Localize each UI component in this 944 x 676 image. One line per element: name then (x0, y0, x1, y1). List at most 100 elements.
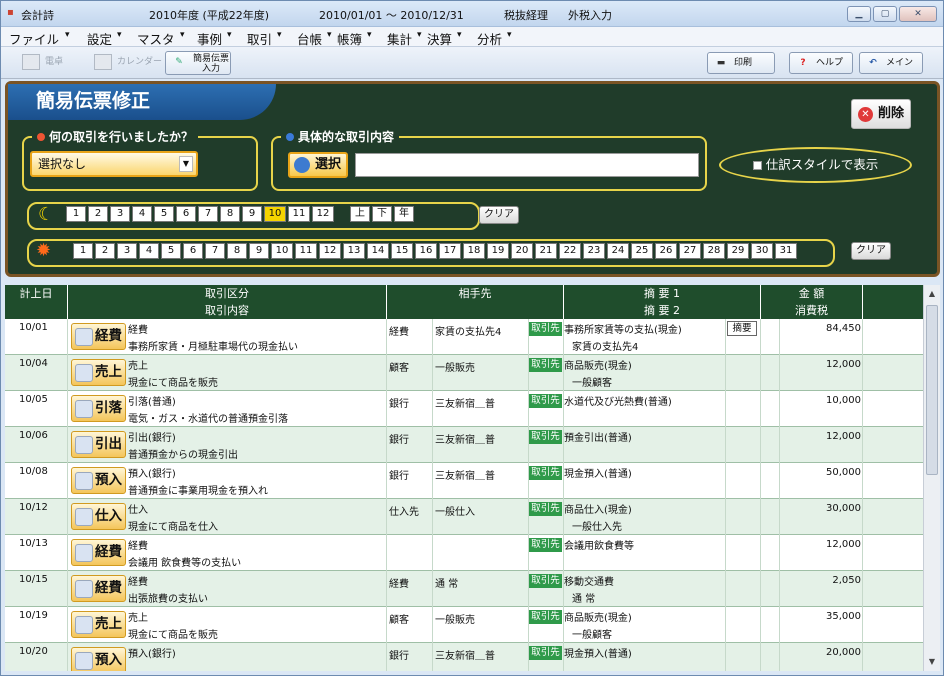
partner-tag[interactable]: 取引先 (529, 502, 562, 516)
day-button-26[interactable]: 26 (655, 243, 677, 259)
day-clear-button[interactable]: クリア (851, 242, 891, 260)
close-icon[interactable]: ✕ (899, 6, 937, 22)
table-row[interactable]: 10/01 経費 経費 事務所家賃・月極駐車場代の現金払い 経費 家賃の支払先4 取引先 事務… (5, 319, 923, 355)
partner-tag[interactable]: 取引先 (529, 394, 562, 408)
menu-item-8[interactable]: 決算 (427, 29, 452, 48)
month-button-3[interactable]: 3 (110, 206, 130, 222)
month-button-12[interactable]: 12 (312, 206, 334, 222)
table-row[interactable]: 10/04 売上 売上 現金にて商品を販売 顧客 一般販売 取引先 商品販売(現金) 一般顧客 1… (5, 355, 923, 391)
day-button-11[interactable]: 11 (295, 243, 317, 259)
help-button[interactable]: ? ヘルプ (789, 52, 853, 74)
menu-item-4[interactable]: 取引 (247, 29, 272, 48)
day-button-8[interactable]: 8 (227, 243, 247, 259)
scroll-up-icon[interactable]: ▲ (925, 287, 939, 301)
month-button-1[interactable]: 1 (66, 206, 86, 222)
transaction-detail-field[interactable] (355, 153, 699, 177)
category-button[interactable]: 預入 (71, 467, 126, 494)
menu-item-6[interactable]: 帳簿 (337, 29, 362, 48)
vertical-scrollbar[interactable]: ▲ ▼ (923, 285, 940, 671)
day-button-15[interactable]: 15 (391, 243, 413, 259)
table-row[interactable]: 10/05 引落 引落(普通) 電気・ガス・水道代の普通預金引落 銀行 三友新宿＿普 取引先… (5, 391, 923, 427)
menu-item-5[interactable]: 台帳 (297, 29, 322, 48)
day-button-25[interactable]: 25 (631, 243, 653, 259)
calendar-button[interactable]: カレンダー (91, 52, 162, 74)
day-button-4[interactable]: 4 (139, 243, 159, 259)
month-button-2[interactable]: 2 (88, 206, 108, 222)
print-button[interactable]: ▬ 印刷 (707, 52, 775, 74)
day-button-9[interactable]: 9 (249, 243, 269, 259)
table-row[interactable]: 10/20 預入 預入(銀行) 銀行 三友新宿＿普 取引先 現金預入(普通) 20,000 (5, 643, 923, 671)
partner-tag[interactable]: 取引先 (529, 538, 562, 552)
day-button-19[interactable]: 19 (487, 243, 509, 259)
day-button-3[interactable]: 3 (117, 243, 137, 259)
journal-style-toggle[interactable]: 仕訳スタイルで表示 (719, 147, 912, 183)
kanni-input-button[interactable]: ✎ 簡易伝票入力 (165, 51, 231, 75)
menu-item-3[interactable]: 事例 (197, 29, 222, 48)
day-button-21[interactable]: 21 (535, 243, 557, 259)
month-extra-button[interactable]: 上 (350, 206, 370, 222)
category-button[interactable]: 経費 (71, 575, 126, 602)
month-button-7[interactable]: 7 (198, 206, 218, 222)
menu-item-2[interactable]: マスタ (137, 29, 175, 48)
menu-item-1[interactable]: 設定 (87, 29, 112, 48)
partner-tag[interactable]: 取引先 (529, 322, 562, 336)
category-button[interactable]: 経費 (71, 539, 126, 566)
day-button-18[interactable]: 18 (463, 243, 485, 259)
day-button-6[interactable]: 6 (183, 243, 203, 259)
table-row[interactable]: 10/06 引出 引出(銀行) 普通預金からの現金引出 銀行 三友新宿＿普 取引先 預金引出(… (5, 427, 923, 463)
day-button-5[interactable]: 5 (161, 243, 181, 259)
menu-item-9[interactable]: 分析 (477, 29, 502, 48)
menu-item-7[interactable]: 集計 (387, 29, 412, 48)
partner-tag[interactable]: 取引先 (529, 646, 562, 660)
tekiyo-button[interactable]: 摘要 (727, 321, 757, 336)
partner-tag[interactable]: 取引先 (529, 466, 562, 480)
calculator-button[interactable]: 電卓 (19, 52, 77, 74)
day-button-2[interactable]: 2 (95, 243, 115, 259)
scroll-thumb[interactable] (926, 305, 938, 475)
select-button[interactable]: 選択 (288, 152, 348, 178)
delete-button[interactable]: ✕ 削除 (851, 99, 911, 129)
month-clear-button[interactable]: クリア (479, 206, 519, 224)
month-button-8[interactable]: 8 (220, 206, 240, 222)
day-button-30[interactable]: 30 (751, 243, 773, 259)
day-button-16[interactable]: 16 (415, 243, 437, 259)
table-row[interactable]: 10/15 経費 経費 出張旅費の支払い 経費通 常取引先 移動交通費通 常 2,050 (5, 571, 923, 607)
day-button-1[interactable]: 1 (73, 243, 93, 259)
maximize-icon[interactable]: ▢ (873, 6, 897, 22)
month-extra-button[interactable]: 下 (372, 206, 392, 222)
day-button-31[interactable]: 31 (775, 243, 797, 259)
table-row[interactable]: 10/19 売上 売上 現金にて商品を販売 顧客 一般販売 取引先 商品販売(現金) 一般顧客 3… (5, 607, 923, 643)
day-button-27[interactable]: 27 (679, 243, 701, 259)
month-button-4[interactable]: 4 (132, 206, 152, 222)
day-button-29[interactable]: 29 (727, 243, 749, 259)
category-button[interactable]: 売上 (71, 611, 126, 638)
day-button-28[interactable]: 28 (703, 243, 725, 259)
month-extra-button[interactable]: 年 (394, 206, 414, 222)
main-button[interactable]: ↶ メイン (859, 52, 923, 74)
day-button-14[interactable]: 14 (367, 243, 389, 259)
minimize-icon[interactable]: ▁ (847, 6, 871, 22)
day-button-20[interactable]: 20 (511, 243, 533, 259)
scroll-down-icon[interactable]: ▼ (925, 655, 939, 669)
table-row[interactable]: 10/13 経費 経費 会議用 飲食費等の支払い 取引先 会議用飲食費等 12,000 (5, 535, 923, 571)
partner-tag[interactable]: 取引先 (529, 358, 562, 372)
day-button-23[interactable]: 23 (583, 243, 605, 259)
month-button-5[interactable]: 5 (154, 206, 174, 222)
table-row[interactable]: 10/12 仕入 仕入 現金にて商品を仕入 仕入先 一般仕入 取引先 商品仕入(現金) 一般仕入… (5, 499, 923, 535)
category-button[interactable]: 引落 (71, 395, 126, 422)
menu-item-0[interactable]: ファイル (9, 29, 59, 48)
day-button-22[interactable]: 22 (559, 243, 581, 259)
partner-tag[interactable]: 取引先 (529, 574, 562, 588)
day-button-7[interactable]: 7 (205, 243, 225, 259)
category-button[interactable]: 引出 (71, 431, 126, 458)
day-button-24[interactable]: 24 (607, 243, 629, 259)
month-button-6[interactable]: 6 (176, 206, 196, 222)
day-button-12[interactable]: 12 (319, 243, 341, 259)
month-button-9[interactable]: 9 (242, 206, 262, 222)
day-button-17[interactable]: 17 (439, 243, 461, 259)
month-button-11[interactable]: 11 (288, 206, 310, 222)
partner-tag[interactable]: 取引先 (529, 610, 562, 624)
category-button[interactable]: 売上 (71, 359, 126, 386)
day-button-10[interactable]: 10 (271, 243, 293, 259)
transaction-type-select[interactable]: 選択なし ▼ (30, 151, 198, 177)
